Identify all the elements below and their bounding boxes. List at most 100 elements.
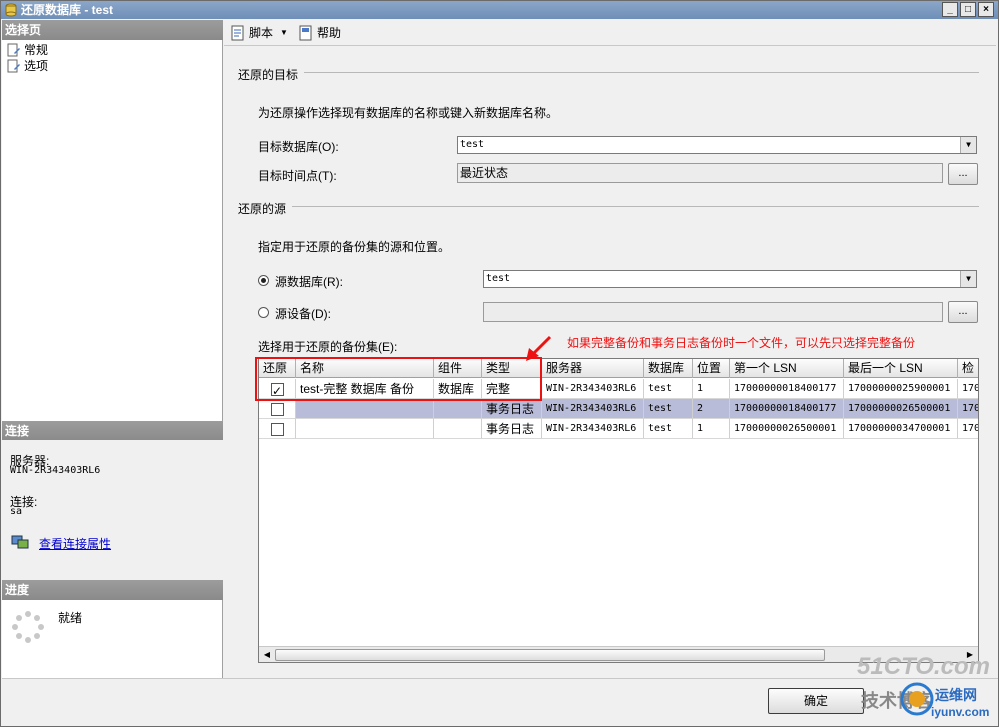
restore-database-window: 还原数据库 - test _ □ × 选择页 常规 选项 连接 服务器: WIN… — [0, 0, 999, 727]
first-lsn-cell: 17000000026500001 — [730, 419, 844, 439]
title-bar: 还原数据库 - test _ □ × — [1, 1, 998, 19]
source-group-title: 还原的源 — [238, 202, 287, 216]
restore-cell — [259, 399, 296, 419]
col-position[interactable]: 位置 — [693, 359, 730, 378]
table-row[interactable]: 事务日志 WIN-2R343403RL6 test 1 170000000265… — [259, 419, 978, 439]
target-db-value: test — [460, 139, 485, 150]
check-cell: 170 — [958, 399, 978, 419]
divider — [292, 206, 979, 207]
progress-header: 进度 — [2, 580, 223, 600]
close-button[interactable]: × — [978, 2, 994, 17]
position-cell: 1 — [693, 379, 730, 399]
server-value: WIN-2R343403RL6 — [10, 465, 101, 476]
watermark-logo-icon — [900, 682, 934, 716]
annotation-highlight-box — [255, 357, 542, 401]
toolbar: 脚本 ▼ 帮助 — [224, 20, 996, 46]
progress-spinner-icon — [12, 611, 44, 643]
script-label: 脚本 — [249, 26, 274, 40]
annotation-text: 如果完整备份和事务日志备份时一个文件，可以先只选择完整备份 — [567, 336, 916, 350]
component-cell — [434, 419, 482, 439]
source-device-browse-button[interactable]: ... — [948, 301, 978, 323]
destination-group-title: 还原的目标 — [238, 68, 299, 82]
page-general-label: 常规 — [24, 43, 49, 57]
target-db-label: 目标数据库(O): — [258, 140, 339, 154]
col-server[interactable]: 服务器 — [542, 359, 644, 378]
ok-button[interactable]: 确定 — [768, 688, 864, 714]
watermark-brand: 运维网 — [935, 687, 977, 703]
source-db-radio[interactable] — [258, 275, 269, 286]
maximize-button[interactable]: □ — [960, 2, 976, 17]
type-cell: 事务日志 — [482, 399, 542, 419]
database-cell: test — [644, 399, 693, 419]
source-device-radio[interactable] — [258, 307, 269, 318]
database-cell: test — [644, 379, 693, 399]
server-cell: WIN-2R343403RL6 — [542, 379, 644, 399]
server-cell: WIN-2R343403RL6 — [542, 399, 644, 419]
last-lsn-cell: 17000000025900001 — [844, 379, 958, 399]
source-device-label: 源设备(D): — [275, 307, 331, 321]
backup-sets-grid[interactable]: 还原 名称 组件 类型 服务器 数据库 位置 第一个 LSN 最后一个 LSN … — [258, 358, 979, 663]
last-lsn-cell: 17000000034700001 — [844, 419, 958, 439]
source-db-select[interactable]: test ▼ — [483, 270, 977, 288]
database-cell: test — [644, 419, 693, 439]
first-lsn-cell: 17000000018400177 — [730, 399, 844, 419]
dialog-footer: 确定 — [2, 678, 998, 726]
progress-status: 就绪 — [58, 611, 83, 625]
select-page-header: 选择页 — [2, 20, 223, 40]
restore-checkbox[interactable] — [271, 423, 284, 437]
connection-properties-icon — [11, 535, 29, 549]
backup-sets-label: 选择用于还原的备份集(E): — [258, 340, 398, 354]
view-connection-properties-link[interactable]: 查看连接属性 — [39, 535, 111, 552]
type-cell: 事务日志 — [482, 419, 542, 439]
divider — [304, 72, 979, 73]
scroll-left-icon[interactable]: ◀ — [259, 647, 275, 662]
watermark-url: iyunv.com — [931, 705, 990, 719]
target-time-label: 目标时间点(T): — [258, 169, 337, 183]
database-icon — [5, 3, 17, 17]
col-last-lsn[interactable]: 最后一个 LSN — [844, 359, 958, 378]
help-label: 帮助 — [316, 26, 341, 40]
target-time-browse-button[interactable]: ... — [948, 163, 978, 185]
minimize-button[interactable]: _ — [942, 2, 958, 17]
source-db-value: test — [486, 273, 511, 284]
watermark-site: 51CTO.com — [857, 653, 990, 680]
connection-header: 连接 — [2, 421, 223, 441]
first-lsn-cell: 17000000018400177 — [730, 379, 844, 399]
col-database[interactable]: 数据库 — [644, 359, 693, 378]
position-cell: 2 — [693, 399, 730, 419]
server-cell: WIN-2R343403RL6 — [542, 419, 644, 439]
col-first-lsn[interactable]: 第一个 LSN — [730, 359, 844, 378]
help-button[interactable]: 帮助 — [296, 23, 343, 43]
check-cell: 170 — [958, 379, 978, 399]
connection-panel: 服务器: WIN-2R343403RL6 连接: sa 查看连接属性 — [2, 440, 223, 580]
annotation-arrow-icon — [526, 335, 552, 361]
restore-checkbox[interactable] — [271, 403, 284, 417]
last-lsn-cell: 17000000026500001 — [844, 399, 958, 419]
target-time-field: 最近状态 — [457, 163, 943, 183]
script-icon — [231, 25, 244, 40]
source-db-label: 源数据库(R): — [275, 275, 343, 289]
chevron-down-icon[interactable]: ▼ — [960, 271, 976, 287]
source-device-field — [483, 302, 943, 322]
restore-cell — [259, 419, 296, 439]
target-db-select[interactable]: test ▼ — [457, 136, 977, 154]
scrollbar-thumb[interactable] — [275, 649, 825, 661]
component-cell — [434, 399, 482, 419]
script-button[interactable]: 脚本 ▼ — [228, 23, 290, 43]
page-options[interactable]: 选项 — [6, 58, 48, 74]
window-title: 还原数据库 - test — [21, 3, 114, 17]
page-general[interactable]: 常规 — [6, 42, 48, 58]
position-cell: 1 — [693, 419, 730, 439]
chevron-down-icon[interactable]: ▼ — [280, 28, 288, 37]
name-cell — [296, 419, 434, 439]
name-cell — [296, 399, 434, 419]
table-row[interactable]: 事务日志 WIN-2R343403RL6 test 2 170000000184… — [259, 399, 978, 419]
page-icon — [7, 59, 20, 73]
chevron-down-icon[interactable]: ▼ — [960, 137, 976, 153]
page-icon — [7, 43, 20, 57]
source-description: 指定用于还原的备份集的源和位置。 — [258, 240, 451, 254]
page-options-label: 选项 — [24, 59, 49, 73]
col-check[interactable]: 检 — [958, 359, 978, 378]
connection-value: sa — [10, 506, 23, 517]
check-cell: 170 — [958, 419, 978, 439]
